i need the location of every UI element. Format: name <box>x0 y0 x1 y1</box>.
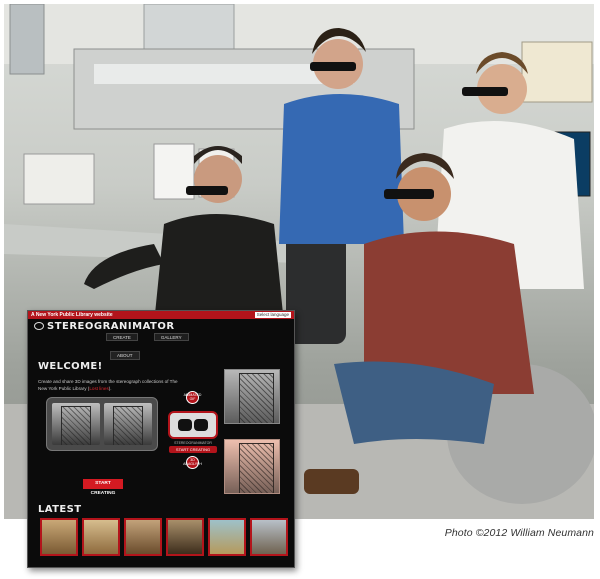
animated-gif-output <box>224 369 280 424</box>
brand-row: STEREOGRANIMATOR <box>28 319 294 333</box>
latest-thumbnail[interactable] <box>124 518 162 556</box>
nypl-topbar: A New York Public Library website Select… <box>28 311 294 319</box>
intro-link[interactable]: Lost lines <box>89 386 108 391</box>
stereograph-left <box>52 403 100 445</box>
main-nav: CREATE GALLERY <box>28 333 294 345</box>
language-select[interactable]: Select language <box>254 312 291 318</box>
animated-gif-badge: ANIMATED GIF <box>184 391 201 404</box>
website-screenshot-inset: A New York Public Library website Select… <box>27 310 295 568</box>
stereograph-right <box>104 403 152 445</box>
nav-about[interactable]: ABOUT <box>110 351 140 360</box>
photo-credit: Photo ©2012 William Neumann <box>444 527 594 539</box>
anaglyph-output <box>224 439 280 494</box>
intro-end: ). <box>108 386 112 391</box>
start-creating-button[interactable]: START CREATING <box>83 479 123 496</box>
site-logo-text[interactable]: STEREOGRANIMATOR <box>47 321 175 332</box>
anaglyph-badge: 3D ANAGLYPH <box>183 456 202 469</box>
stereograph-pair <box>46 397 158 451</box>
viewer-lens-left <box>178 419 192 431</box>
nav-gallery[interactable]: GALLERY <box>153 333 189 341</box>
latest-thumbnails <box>40 518 288 556</box>
latest-heading: LATEST <box>38 504 82 515</box>
latest-thumbnail[interactable] <box>166 518 204 556</box>
latest-thumbnail[interactable] <box>82 518 120 556</box>
viewer-lens-right <box>194 419 208 431</box>
welcome-heading: WELCOME! <box>38 361 103 372</box>
latest-thumbnail[interactable] <box>250 518 288 556</box>
viewer-start-creating[interactable]: START CREATING <box>169 446 217 453</box>
eye-logo-icon <box>34 322 44 330</box>
stereo-viewer-icon: STEREOGRANIMATOR <box>168 411 218 445</box>
intro-text: Create and share 3D images from the ster… <box>38 378 188 392</box>
nypl-link[interactable]: A New York Public Library website <box>31 312 113 318</box>
latest-thumbnail[interactable] <box>40 518 78 556</box>
viewer-label: STEREOGRANIMATOR <box>174 441 212 445</box>
latest-thumbnail[interactable] <box>208 518 246 556</box>
nav-create[interactable]: CREATE <box>106 333 138 341</box>
